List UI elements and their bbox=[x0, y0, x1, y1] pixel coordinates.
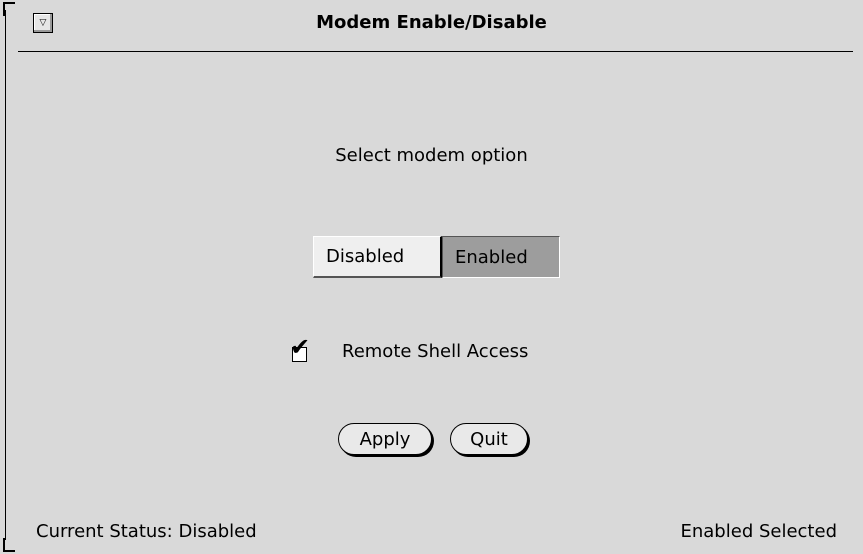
quit-button[interactable]: Quit bbox=[450, 423, 528, 455]
option-enabled-button[interactable]: Enabled bbox=[442, 236, 560, 278]
remote-shell-label: Remote Shell Access bbox=[342, 340, 529, 362]
modem-dialog-window: ▽ Modem Enable/Disable Select modem opti… bbox=[0, 0, 863, 554]
apply-button[interactable]: Apply bbox=[338, 423, 432, 455]
remote-shell-checkbox[interactable]: ✔ bbox=[290, 335, 316, 363]
window-header: ▽ Modem Enable/Disable bbox=[0, 0, 863, 56]
apply-button-label: Apply bbox=[359, 428, 411, 450]
selection-status-text: Enabled Selected bbox=[680, 521, 838, 542]
window-corner-bottom-left bbox=[3, 538, 15, 552]
prompt-label: Select modem option bbox=[335, 145, 528, 166]
remote-shell-row: ✔ Remote Shell Access bbox=[290, 335, 529, 366]
current-status-text: Current Status: Disabled bbox=[36, 521, 257, 542]
window-left-border bbox=[5, 10, 6, 540]
modem-option-selector: Disabled Enabled bbox=[313, 236, 560, 278]
option-disabled-button[interactable]: Disabled bbox=[313, 236, 442, 278]
window-title: Modem Enable/Disable bbox=[316, 12, 547, 33]
action-buttons: Apply Quit bbox=[338, 423, 528, 455]
quit-button-label: Quit bbox=[470, 428, 508, 450]
checkmark-icon: ✔ bbox=[290, 333, 311, 361]
title-divider bbox=[18, 51, 853, 52]
option-enabled-label: Enabled bbox=[455, 246, 528, 268]
option-disabled-label: Disabled bbox=[326, 246, 405, 267]
